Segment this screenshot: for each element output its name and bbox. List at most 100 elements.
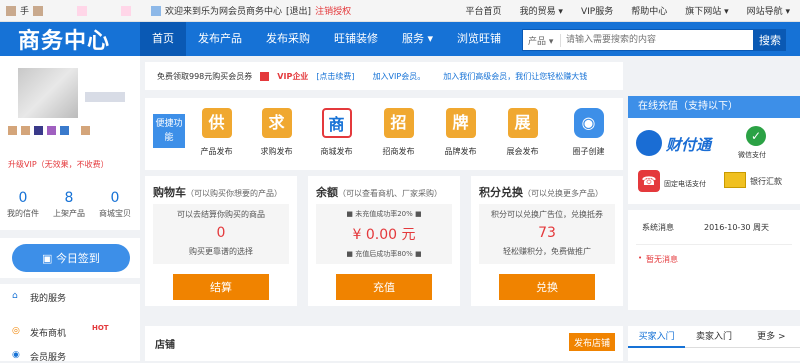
daily-signin-button[interactable]: ▣ 今日签到 (12, 244, 130, 272)
divider (636, 244, 792, 245)
balance-amount: ¥ 0.00 元 (352, 227, 416, 243)
shop-title: 店铺 (155, 340, 175, 351)
site-nav-link[interactable]: 网站导航 ▾ (747, 4, 790, 17)
checkout-button[interactable]: 结算 (173, 274, 269, 300)
join-vip-link[interactable]: 加入VIP会员。 (373, 71, 426, 82)
caifutong-logo[interactable]: 财付通 (666, 134, 711, 155)
balance-panel: 余额（可以查看商机、厂家采购） ■ 未充值成功率20% ■ ¥ 0.00 元 ■… (308, 176, 460, 306)
nav-shop-decoration[interactable]: 旺铺装修 (322, 22, 390, 56)
badge-icon (21, 126, 30, 135)
demand-icon: 求 (261, 108, 292, 138)
vip-service-link[interactable]: VIP服务 (581, 4, 613, 17)
cancel-auth-link[interactable]: 注销授权 (315, 4, 351, 17)
shortcut-purchase-publish[interactable]: 求 求购发布 (249, 108, 304, 157)
shortcut-invest-publish[interactable]: 招 招商发布 (371, 108, 426, 157)
stat-value: 8 (64, 190, 74, 206)
notice-title: 系统消息 (642, 223, 674, 232)
calendar-icon: ▣ (42, 252, 56, 265)
shortcut-product-publish[interactable]: 供 产品发布 (189, 108, 244, 157)
tab-buyer-guide[interactable]: 买家入门 (628, 326, 686, 348)
publish-icon: ◎ (12, 326, 20, 336)
nav-home[interactable]: 首页 (140, 22, 186, 56)
sub-sites-link[interactable]: 旗下网站 ▾ (685, 4, 728, 17)
nav-publish-product[interactable]: 发布产品 (186, 22, 254, 56)
shortcut-mall-publish[interactable]: 商 商城发布 (309, 108, 364, 157)
shortcut-label: 品牌发布 (444, 147, 477, 156)
shortcuts-label: 便捷功能 (153, 114, 185, 148)
divider (0, 230, 140, 238)
panel-title: 余额（可以查看商机、厂家采购） (316, 186, 442, 199)
wechat-pay-icon[interactable]: ✓ (746, 126, 766, 146)
main-header: 商务中心 首页 发布产品 发布采购 旺铺装修 服务 ▾ 浏览旺铺 产品 ▾ 搜索 (0, 22, 800, 56)
bullet-icon: • (638, 254, 643, 262)
bank-card-icon[interactable] (724, 172, 746, 188)
join-senior-link[interactable]: 加入我们高级会员，我们让您轻松赚大钱 (443, 71, 587, 82)
shortcut-expo-publish[interactable]: 展 展会发布 (495, 108, 550, 157)
search-button[interactable]: 搜索 (754, 29, 786, 51)
tenpay-logo-icon (636, 130, 662, 156)
member-icon: ◉ (12, 350, 20, 360)
wechat-pay-label: 微信支付 (738, 151, 766, 159)
stat-products[interactable]: 8 上架产品 (46, 190, 92, 219)
shortcuts-panel: 便捷功能 供 产品发布 求 求购发布 商 商城发布 招 招商发布 牌 品牌发布 … (145, 98, 623, 170)
tab-more[interactable]: 更多 > (742, 326, 800, 348)
right-column: 在线充值（支持以下） 财付通 ✓ 微信支付 ☎ 固定电话支付 银行汇款 系统消息… (628, 96, 800, 361)
shortcut-circle-create[interactable]: ◉ 圈子创建 (561, 108, 616, 157)
nav-browse-shops[interactable]: 浏览旺铺 (445, 22, 513, 56)
phone-icon[interactable]: ☎ (638, 170, 660, 192)
panel-info-box: 积分可以兑换广告位，兑换抵券 73 轻松赚积分，免费做推广 (479, 204, 615, 264)
swatch-4 (121, 5, 132, 16)
stat-mall-items[interactable]: 0 商城宝贝 (92, 190, 138, 219)
gift-icon (260, 71, 270, 81)
exchange-button[interactable]: 兑换 (499, 274, 595, 300)
nav-home-link[interactable]: 平台首页 (466, 4, 502, 17)
search-input[interactable] (561, 30, 753, 50)
hot-badge: HOT (92, 324, 109, 332)
member-service-link[interactable]: 会员服务 (30, 350, 66, 363)
recharge-title: 在线充值（支持以下） (628, 96, 800, 118)
mall-icon: 商 (321, 108, 352, 138)
notice-empty: 暂无消息 (646, 255, 678, 264)
help-center-link[interactable]: 帮助中心 (631, 4, 667, 17)
stat-label: 上架产品 (53, 209, 85, 218)
badge-icon (60, 126, 69, 135)
tab-seller-guide[interactable]: 卖家入门 (685, 326, 743, 348)
badge-icon (34, 126, 43, 135)
search-category-select[interactable]: 产品 ▾ (523, 33, 561, 47)
divider (0, 278, 140, 284)
my-service-link[interactable]: 我的服务 (30, 291, 66, 304)
shortcut-brand-publish[interactable]: 牌 品牌发布 (433, 108, 488, 157)
upgrade-vip-link[interactable]: 升级VIP（无效果，不收费） (8, 159, 109, 170)
publish-shop-button[interactable]: 发布店铺 (568, 333, 615, 351)
logout-link[interactable]: [退出] (286, 4, 311, 17)
recharge-panel: 在线充值（支持以下） 财付通 ✓ 微信支付 ☎ 固定电话支付 银行汇款 (628, 96, 800, 204)
invest-icon: 招 (383, 108, 414, 138)
main-nav: 首页 发布产品 发布采购 旺铺装修 服务 ▾ 浏览旺铺 (140, 22, 513, 56)
avatar[interactable] (18, 68, 78, 118)
cart-panel: 购物车（可以购买你想要的产品） 可以去结算你购买的商品 0 购买更靠谱的选择 结… (145, 176, 297, 306)
supply-icon: 供 (201, 108, 232, 138)
panel-line2: ■ 充值后成功率80% ■ (346, 250, 422, 258)
stat-value: 0 (18, 190, 28, 206)
nav-publish-purchase[interactable]: 发布采购 (254, 22, 322, 56)
renew-link[interactable]: [点击续费] (316, 71, 354, 82)
panel-line1: 可以去结算你购买的商品 (177, 210, 265, 219)
panel-title: 积分兑换（可以兑换更多产品） (479, 186, 603, 199)
main-content: 免费领取998元购买会员券 VIP企业 [点击续费] 加入VIP会员。 加入我们… (145, 56, 623, 361)
recharge-button[interactable]: 充值 (336, 274, 432, 300)
logo[interactable]: 商务中心 (0, 23, 140, 55)
publish-opportunity-link[interactable]: 发布商机 (30, 326, 66, 339)
system-notice-panel: 系统消息 2016-10-30 周天 • 暂无消息 (628, 210, 800, 310)
search-box: 产品 ▾ (522, 29, 754, 51)
circle-icon: ◉ (573, 108, 604, 138)
shortcut-label: 展会发布 (506, 147, 539, 156)
shortcut-label: 求购发布 (260, 147, 293, 156)
panel-line2: 购买更靠谱的选择 (189, 247, 253, 256)
swatch-3 (77, 5, 88, 16)
panel-title: 购物车（可以购买你想要的产品） (153, 186, 282, 199)
home-icon: ⌂ (12, 291, 18, 301)
free-coupon-text[interactable]: 免费领取998元购买会员券 (157, 71, 252, 82)
nav-service[interactable]: 服务 ▾ (390, 22, 445, 56)
stat-letters[interactable]: 0 我的信件 (0, 190, 46, 219)
my-trade-link[interactable]: 我的贸易 ▾ (520, 4, 563, 17)
